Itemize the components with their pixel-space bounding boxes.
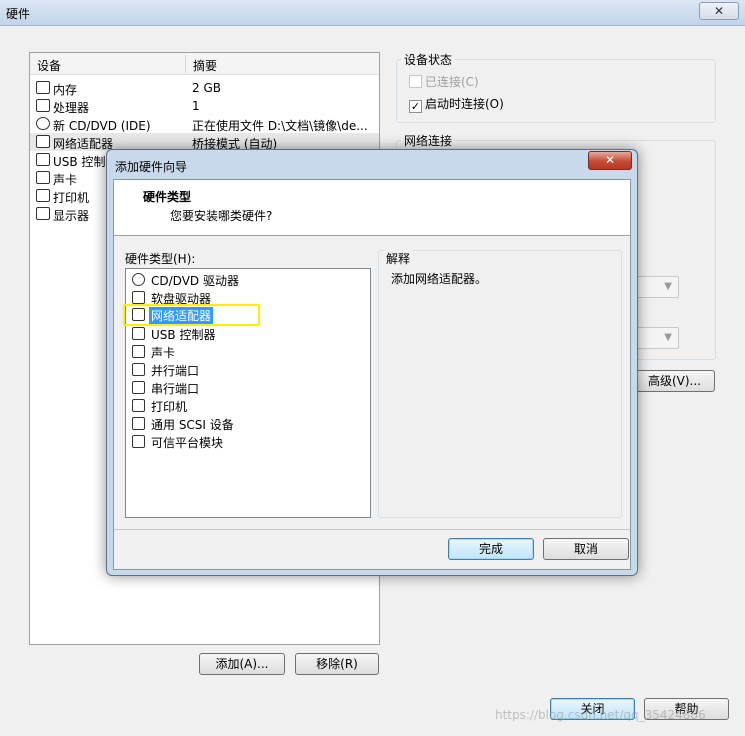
hardware-item-label: CD/DVD 驱动器 bbox=[151, 274, 239, 288]
chevron-down-icon: ▼ bbox=[664, 332, 672, 343]
wizard-divider bbox=[114, 529, 630, 530]
serial-port-icon bbox=[132, 381, 145, 394]
wizard-title: 添加硬件向导 bbox=[115, 160, 188, 174]
parallel-port-icon bbox=[132, 363, 145, 376]
printer-icon bbox=[36, 189, 50, 202]
monitor-icon bbox=[36, 207, 50, 220]
floppy-icon bbox=[132, 291, 145, 304]
connected-label: 已连接(C) bbox=[425, 75, 479, 89]
wizard-header: 硬件类型 您要安装哪类硬件? bbox=[114, 180, 630, 236]
memory-icon bbox=[36, 81, 50, 94]
device-name: 声卡 bbox=[53, 173, 78, 187]
column-separator bbox=[185, 55, 186, 73]
device-name: 网络适配器 bbox=[53, 137, 114, 151]
connect-at-power-on-checkbox[interactable]: ✓ 启动时连接(O) bbox=[409, 95, 504, 113]
hardware-item-label: 通用 SCSI 设备 bbox=[151, 418, 234, 432]
device-row-cd[interactable]: 新 CD/DVD (IDE) 正在使用文件 D:\文档\镜像\de... bbox=[30, 115, 379, 133]
watermark: https://blog.csdn.net/qq_35424886 bbox=[495, 708, 706, 722]
wizard-close-button[interactable]: ✕ bbox=[588, 151, 632, 170]
connected-checkbox[interactable]: 已连接(C) bbox=[409, 73, 479, 90]
device-summary: 1 bbox=[192, 99, 200, 113]
cd-icon bbox=[36, 117, 50, 130]
wizard-subheading: 您要安装哪类硬件? bbox=[170, 209, 273, 223]
device-list-header: 设备 摘要 bbox=[30, 53, 379, 75]
column-header-device[interactable]: 设备 bbox=[37, 57, 61, 74]
checkmark-icon: ✓ bbox=[409, 100, 422, 113]
add-hardware-wizard: 添加硬件向导 ✕ 硬件类型 您要安装哪类硬件? 硬件类型(H): CD/DVD … bbox=[106, 149, 638, 576]
device-name: 打印机 bbox=[53, 191, 90, 205]
column-header-summary[interactable]: 摘要 bbox=[193, 57, 217, 74]
usb-icon bbox=[36, 153, 50, 166]
window-title: 硬件 bbox=[6, 7, 31, 21]
printer-icon bbox=[132, 399, 145, 412]
add-hardware-button[interactable]: 添加(A)... bbox=[199, 653, 285, 675]
checkbox-box bbox=[409, 75, 422, 88]
device-name: 内存 bbox=[53, 83, 78, 97]
hardware-item-label: 并行端口 bbox=[151, 364, 200, 378]
device-row-cpu[interactable]: 处理器 1 bbox=[30, 97, 379, 115]
network-icon bbox=[36, 135, 50, 148]
explanation-text: 添加网络适配器。 bbox=[391, 272, 488, 286]
hardware-item-label: 声卡 bbox=[151, 346, 176, 360]
device-status-title: 设备状态 bbox=[401, 51, 456, 68]
window-close-button[interactable]: ✕ bbox=[699, 2, 739, 20]
device-name: 新 CD/DVD (IDE) bbox=[53, 119, 151, 133]
hardware-item-label: 打印机 bbox=[151, 400, 188, 414]
device-row-memory[interactable]: 内存 2 GB bbox=[30, 79, 379, 97]
connect-at-power-on-label: 启动时连接(O) bbox=[425, 97, 504, 111]
device-summary: 2 GB bbox=[192, 81, 221, 95]
hardware-item-label: 可信平台模块 bbox=[151, 436, 224, 450]
network-dropdown-2[interactable]: ▼ bbox=[636, 327, 679, 349]
device-name: 显示器 bbox=[53, 209, 90, 223]
advanced-button[interactable]: 高级(V)... bbox=[634, 370, 715, 392]
sound-icon bbox=[132, 345, 145, 358]
hardware-type-label: 硬件类型(H): bbox=[125, 252, 196, 266]
cd-icon bbox=[132, 273, 145, 286]
device-name: 处理器 bbox=[53, 101, 90, 115]
scsi-icon bbox=[132, 417, 145, 430]
explanation-title: 解释 bbox=[384, 250, 413, 267]
chevron-down-icon: ▼ bbox=[664, 281, 672, 292]
device-status-group bbox=[396, 59, 716, 123]
window-titlebar: 硬件 ✕ bbox=[0, 0, 745, 26]
usb-icon bbox=[132, 327, 145, 340]
remove-hardware-button[interactable]: 移除(R) bbox=[295, 653, 379, 675]
network-dropdown[interactable]: ▼ bbox=[636, 276, 679, 298]
sound-icon bbox=[36, 171, 50, 184]
wizard-body: 硬件类型 您要安装哪类硬件? 硬件类型(H): CD/DVD 驱动器 软盘驱动器… bbox=[113, 179, 631, 570]
cpu-icon bbox=[36, 99, 50, 112]
annotation-highlight-box bbox=[123, 304, 260, 326]
network-connection-title: 网络连接 bbox=[401, 132, 456, 149]
hardware-item-label: USB 控制器 bbox=[151, 328, 216, 342]
hardware-item-label: 串行端口 bbox=[151, 382, 200, 396]
finish-button[interactable]: 完成 bbox=[448, 538, 534, 560]
cancel-button[interactable]: 取消 bbox=[543, 538, 629, 560]
explanation-group bbox=[378, 250, 622, 518]
device-summary: 正在使用文件 D:\文档\镜像\de... bbox=[192, 119, 368, 133]
tpm-icon bbox=[132, 435, 145, 448]
wizard-heading: 硬件类型 bbox=[143, 190, 192, 204]
